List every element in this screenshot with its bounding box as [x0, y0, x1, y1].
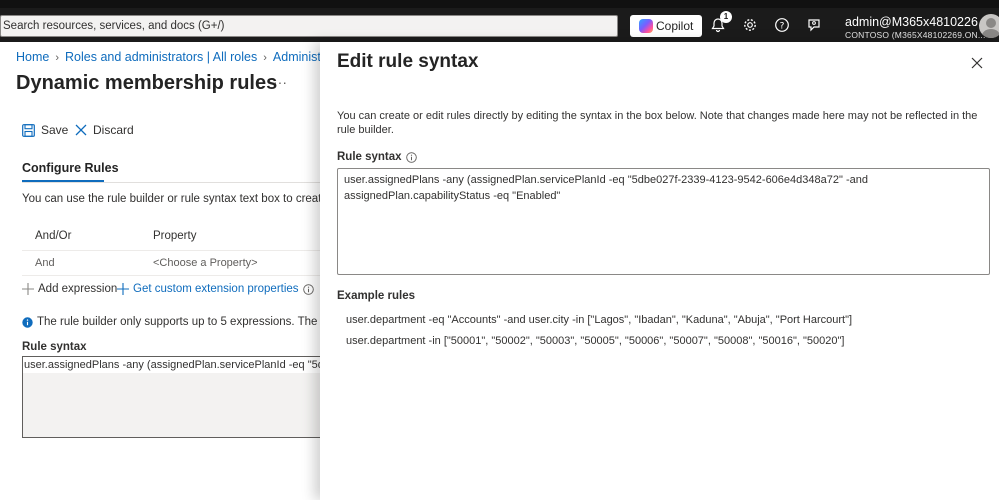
- close-icon: [75, 124, 87, 136]
- page-description: You can use the rule builder or rule syn…: [22, 193, 358, 205]
- copilot-label: Copilot: [656, 19, 694, 33]
- tabs-divider: [22, 182, 322, 183]
- info-message-text: The rule builder only supports up to 5 e…: [37, 316, 361, 328]
- copilot-icon: [639, 19, 653, 33]
- plus-icon: [22, 283, 34, 295]
- close-icon: [971, 57, 983, 69]
- info-filled-icon: [22, 316, 33, 328]
- rule-syntax-text: user.assignedPlans -any (assignedPlan.se…: [23, 357, 332, 373]
- breadcrumb-roles[interactable]: Roles and administrators | All roles: [65, 50, 257, 64]
- rule-syntax-label: Rule syntax: [337, 151, 417, 163]
- feedback-icon[interactable]: [803, 14, 825, 36]
- info-message: The rule builder only supports up to 5 e…: [22, 316, 361, 328]
- rule-syntax-label-text: Rule syntax: [337, 151, 402, 163]
- panel-title: Edit rule syntax: [337, 51, 479, 72]
- svg-text:?: ?: [780, 22, 785, 32]
- discard-button[interactable]: Discard: [75, 123, 134, 137]
- more-options-button[interactable]: ···: [273, 74, 287, 90]
- notification-badge: 1: [720, 11, 732, 23]
- save-icon: [22, 123, 35, 137]
- property-dropdown[interactable]: <Choose a Property>: [153, 257, 258, 269]
- edit-rule-syntax-panel: Edit rule syntax You can create or edit …: [320, 42, 999, 500]
- info-icon[interactable]: [405, 151, 417, 163]
- breadcrumb-home[interactable]: Home: [16, 50, 49, 64]
- copilot-button[interactable]: Copilot: [630, 15, 702, 37]
- add-expression-label: Add expression: [38, 283, 118, 295]
- save-label: Save: [41, 123, 69, 137]
- tab-configure-rules[interactable]: Configure Rules: [22, 161, 119, 175]
- notifications-bell-icon[interactable]: 1: [707, 11, 732, 36]
- example-rule: user.department -eq "Accounts" -and user…: [346, 314, 853, 326]
- info-icon: [302, 283, 314, 295]
- save-button[interactable]: Save: [22, 123, 68, 137]
- rule-syntax-label: Rule syntax: [22, 341, 87, 353]
- browser-strip: [0, 0, 999, 8]
- account-tenant: CONTOSO (M365X48102269.ON...: [845, 30, 986, 40]
- table-divider: [22, 250, 322, 251]
- account-menu[interactable]: admin@M365x4810226... CONTOSO (M365X4810…: [845, 14, 988, 41]
- avatar[interactable]: [979, 14, 999, 38]
- gear-icon[interactable]: [739, 14, 761, 36]
- table-divider: [22, 275, 322, 276]
- top-bar: Search resources, services, and docs (G+…: [0, 0, 999, 42]
- add-expression-button[interactable]: Add expression: [22, 283, 117, 295]
- get-custom-extension-properties-link[interactable]: Get custom extension properties: [117, 283, 314, 295]
- help-icon[interactable]: ?: [771, 14, 793, 36]
- example-rules-heading: Example rules: [337, 290, 415, 302]
- column-header-and-or: And/Or: [35, 230, 72, 242]
- custom-extension-label: Get custom extension properties: [133, 283, 299, 295]
- column-header-property: Property: [153, 230, 197, 242]
- panel-description: You can create or edit rules directly by…: [337, 110, 978, 136]
- discard-label: Discard: [93, 123, 134, 137]
- account-name: admin@M365x4810226...: [845, 15, 989, 29]
- rule-syntax-textbox[interactable]: user.assignedPlans -any (assignedPlan.se…: [22, 356, 332, 438]
- and-or-cell[interactable]: And: [35, 257, 55, 269]
- chevron-right-icon: ›: [263, 52, 267, 64]
- chevron-right-icon: ›: [55, 52, 60, 64]
- page-title: Dynamic membership rules: [16, 72, 278, 94]
- breadcrumb: Home › Roles and administrators | All role…: [16, 50, 351, 64]
- example-rule: user.department -in ["50001", "50002", "…: [346, 335, 845, 347]
- rule-syntax-textarea[interactable]: user.assignedPlans -any (assignedPlan.se…: [337, 168, 990, 275]
- close-panel-button[interactable]: [968, 54, 986, 72]
- global-search-input[interactable]: Search resources, services, and docs (G+…: [0, 15, 618, 37]
- plus-icon: [117, 283, 129, 295]
